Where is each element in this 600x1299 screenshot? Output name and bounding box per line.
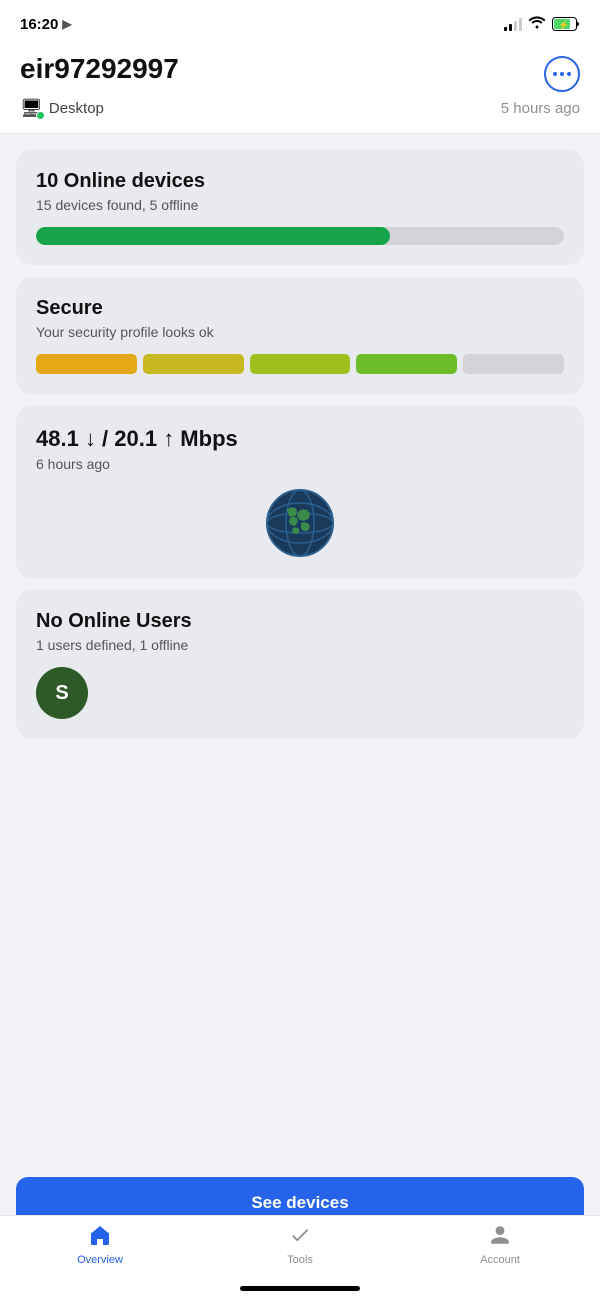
devices-card-title: 10 Online devices	[36, 170, 564, 193]
location-arrow-icon: ▶	[62, 17, 71, 31]
battery-icon: ⚡	[552, 17, 580, 31]
status-bar: 16:20 ▶ ⚡	[0, 0, 600, 44]
security-seg-2	[143, 354, 244, 374]
user-avatar: S	[36, 667, 88, 719]
security-seg-5	[463, 354, 564, 374]
header: eir97292997 🖥 Desktop 5 hours ago	[0, 44, 600, 134]
desktop-icon-wrap: 🖥	[20, 98, 43, 119]
users-card-title: No Online Users	[36, 610, 564, 633]
dot2	[560, 72, 564, 76]
devices-card: 10 Online devices 15 devices found, 5 of…	[16, 150, 584, 265]
nav-label-account: Account	[480, 1254, 520, 1266]
svg-text:⚡: ⚡	[558, 19, 569, 31]
speed-subtitle: 6 hours ago	[36, 456, 564, 472]
security-card-subtitle: Your security profile looks ok	[36, 324, 564, 340]
account-icon	[488, 1224, 512, 1252]
nav-item-tools[interactable]: Tools	[200, 1224, 400, 1266]
security-segments	[36, 354, 564, 374]
devices-progress-fill	[36, 227, 390, 245]
security-card-title: Secure	[36, 297, 564, 320]
nav-item-account[interactable]: Account	[400, 1224, 600, 1266]
security-card: Secure Your security profile looks ok	[16, 277, 584, 394]
device-info: 🖥 Desktop	[20, 98, 104, 119]
last-seen-time: 5 hours ago	[501, 100, 580, 117]
users-card-subtitle: 1 users defined, 1 offline	[36, 637, 564, 653]
device-label: Desktop	[49, 100, 104, 117]
devices-card-subtitle: 15 devices found, 5 offline	[36, 197, 564, 213]
home-icon	[88, 1224, 112, 1252]
speed-title: 48.1 ↓ / 20.1 ↑ Mbps	[36, 426, 564, 452]
globe-wrap	[36, 488, 564, 558]
home-indicator	[240, 1286, 360, 1291]
devices-progress-bar	[36, 227, 564, 245]
status-time: 16:20 ▶	[20, 16, 72, 33]
nav-label-tools: Tools	[287, 1254, 313, 1266]
status-icons: ⚡	[504, 15, 580, 34]
users-card: No Online Users 1 users defined, 1 offli…	[16, 590, 584, 739]
router-name: eir97292997	[20, 52, 179, 86]
security-seg-1	[36, 354, 137, 374]
tools-icon	[288, 1224, 312, 1252]
dot1	[553, 72, 557, 76]
see-devices-label: See devices	[251, 1193, 348, 1213]
globe-icon	[265, 488, 335, 558]
online-status-dot	[36, 111, 45, 120]
more-options-button[interactable]	[544, 56, 580, 92]
security-seg-4	[356, 354, 457, 374]
wifi-icon	[528, 15, 546, 34]
speed-card: 48.1 ↓ / 20.1 ↑ Mbps 6 hours ago	[16, 406, 584, 578]
security-seg-3	[250, 354, 351, 374]
signal-bars-icon	[504, 17, 522, 31]
dot3	[567, 72, 571, 76]
nav-label-overview: Overview	[77, 1254, 123, 1266]
nav-item-overview[interactable]: Overview	[0, 1224, 200, 1266]
main-content: 10 Online devices 15 devices found, 5 of…	[0, 134, 600, 839]
